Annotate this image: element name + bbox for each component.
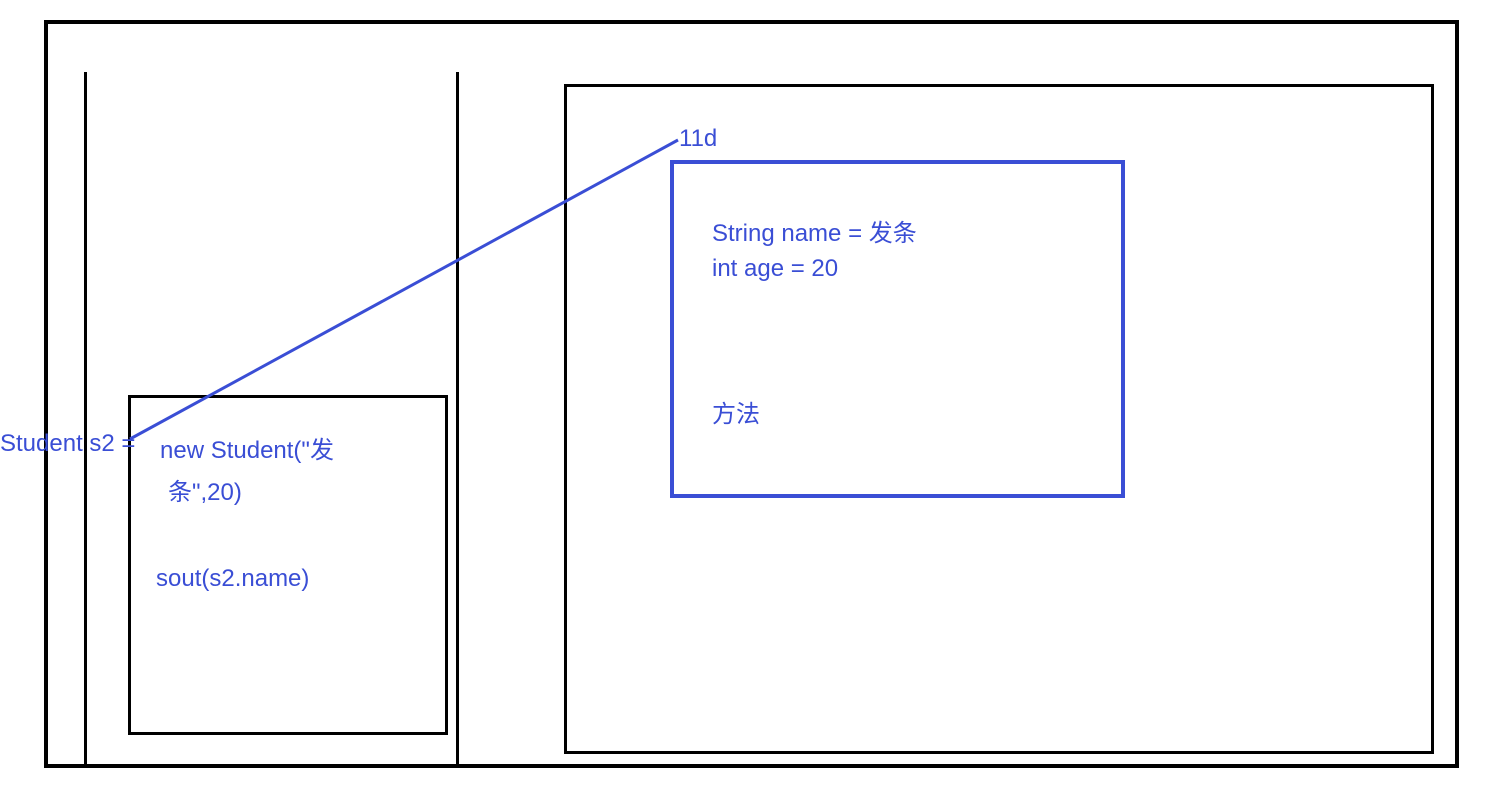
memory-address-label: 11d (679, 125, 717, 153)
code-new-student-line2: 条",20) (168, 472, 242, 507)
object-methods-label: 方法 (712, 394, 760, 429)
object-field-age: int age = 20 (712, 255, 838, 283)
code-sout-line: sout(s2.name) (156, 565, 309, 593)
heap-object-box (670, 160, 1125, 498)
code-new-student-line1: new Student("发 (160, 430, 334, 465)
variable-s2-label: Student s2 = (0, 430, 135, 458)
object-field-name: String name = 发条 (712, 213, 917, 248)
